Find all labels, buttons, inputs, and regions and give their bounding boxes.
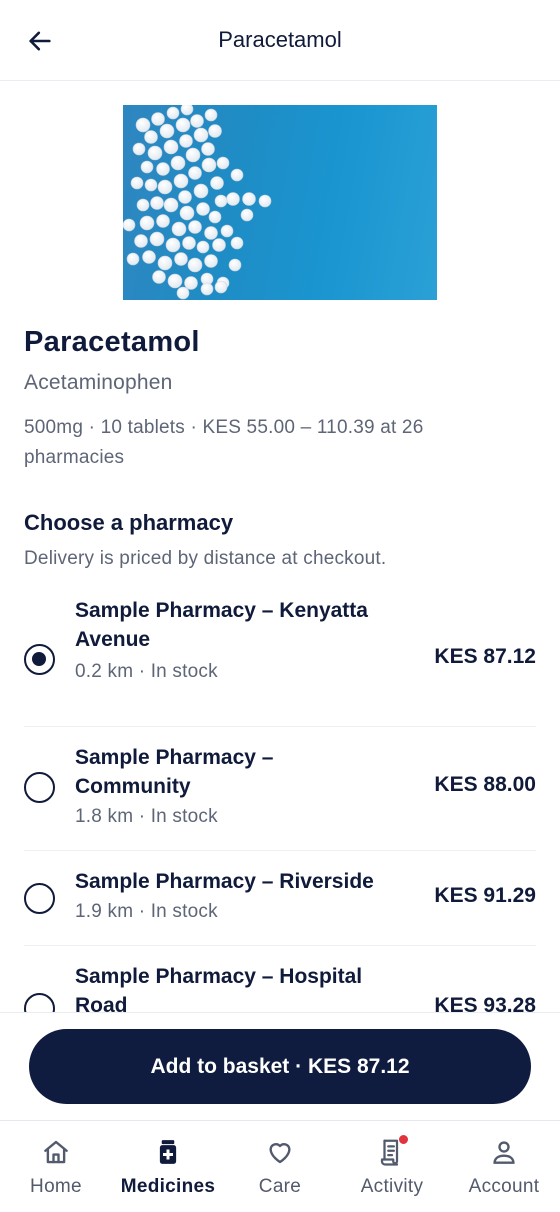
- pharmacy-section-title: Choose a pharmacy: [24, 510, 234, 535]
- nav-label: Activity: [360, 1176, 424, 1197]
- radio-unselected[interactable]: [24, 993, 55, 1012]
- nav-care[interactable]: Care: [224, 1121, 336, 1212]
- nav-label: Medicines: [120, 1176, 216, 1197]
- add-to-basket-button[interactable]: Add to basket · KES 87.12: [29, 1029, 531, 1104]
- pharmacy-option-hospital-road[interactable]: Sample Pharmacy – Hospital Road KES 93.2…: [24, 946, 536, 1012]
- pharmacy-option-riverside[interactable]: Sample Pharmacy – Riverside 1.9 km · In …: [24, 851, 536, 946]
- product-image: [123, 105, 437, 300]
- radio-selected[interactable]: [24, 644, 55, 675]
- pharmacy-name: Sample Pharmacy – Hospital Road: [75, 965, 363, 1012]
- pharmacy-name: Sample Pharmacy – Kenyatta Avenue: [75, 599, 368, 651]
- nav-home[interactable]: Home: [0, 1121, 112, 1212]
- radio-unselected[interactable]: [24, 883, 55, 914]
- radio-unselected[interactable]: [24, 772, 55, 803]
- nav-label: Account: [468, 1176, 540, 1197]
- user-icon: [493, 1141, 515, 1164]
- heart-icon: [269, 1143, 291, 1164]
- product-detail[interactable]: Paracetamol Acetaminophen 500mg · 10 tab…: [0, 82, 560, 1012]
- activity-icon-wrap: [377, 1134, 409, 1167]
- nav-activity[interactable]: Activity: [336, 1121, 448, 1212]
- product-name: Paracetamol: [24, 326, 200, 358]
- bottom-navigation: Home Medicines Care Activity Account: [0, 1120, 560, 1212]
- app-bar: Paracetamol: [0, 0, 560, 81]
- product-summary: 500mg · 10 tablets · KES 55.00 – 110.39 …: [24, 417, 424, 468]
- pharmacy-option-community[interactable]: Sample Pharmacy – Community 1.8 km · In …: [24, 727, 536, 851]
- pharmacy-option-kenyatta-avenue[interactable]: Sample Pharmacy – Kenyatta Avenue 0.2 km…: [24, 599, 536, 727]
- pharmacy-section-subtitle: Delivery is priced by distance at checko…: [24, 548, 387, 569]
- pharmacy-price: KES 87.12: [434, 645, 536, 668]
- pharmacy-price: KES 93.28: [434, 994, 536, 1012]
- notification-dot: [398, 1134, 409, 1145]
- pharmacy-list: Sample Pharmacy – Kenyatta Avenue 0.2 km…: [24, 599, 536, 1012]
- nav-account[interactable]: Account: [448, 1121, 560, 1212]
- nav-label: Home: [30, 1176, 82, 1197]
- pharmacy-meta: 1.9 km · In stock: [75, 901, 218, 922]
- checkout-bar: Add to basket · KES 87.12: [0, 1012, 560, 1120]
- pills-illustration: [123, 105, 272, 300]
- pharmacy-name: Sample Pharmacy – Riverside: [75, 870, 374, 893]
- home-icon: [44, 1140, 68, 1164]
- pharmacy-meta: 1.8 km · In stock: [75, 806, 218, 827]
- page-title: Paracetamol: [218, 27, 342, 52]
- generic-name: Acetaminophen: [24, 371, 173, 394]
- nav-label: Care: [258, 1176, 302, 1197]
- pharmacy-price: KES 88.00: [434, 773, 536, 796]
- pharmacy-name: Sample Pharmacy – Community: [75, 746, 274, 798]
- pharmacy-meta: 0.2 km · In stock: [75, 661, 218, 682]
- nav-medicines[interactable]: Medicines: [112, 1121, 224, 1212]
- pill-bottle-icon: [159, 1140, 177, 1164]
- pharmacy-price: KES 91.29: [434, 884, 536, 907]
